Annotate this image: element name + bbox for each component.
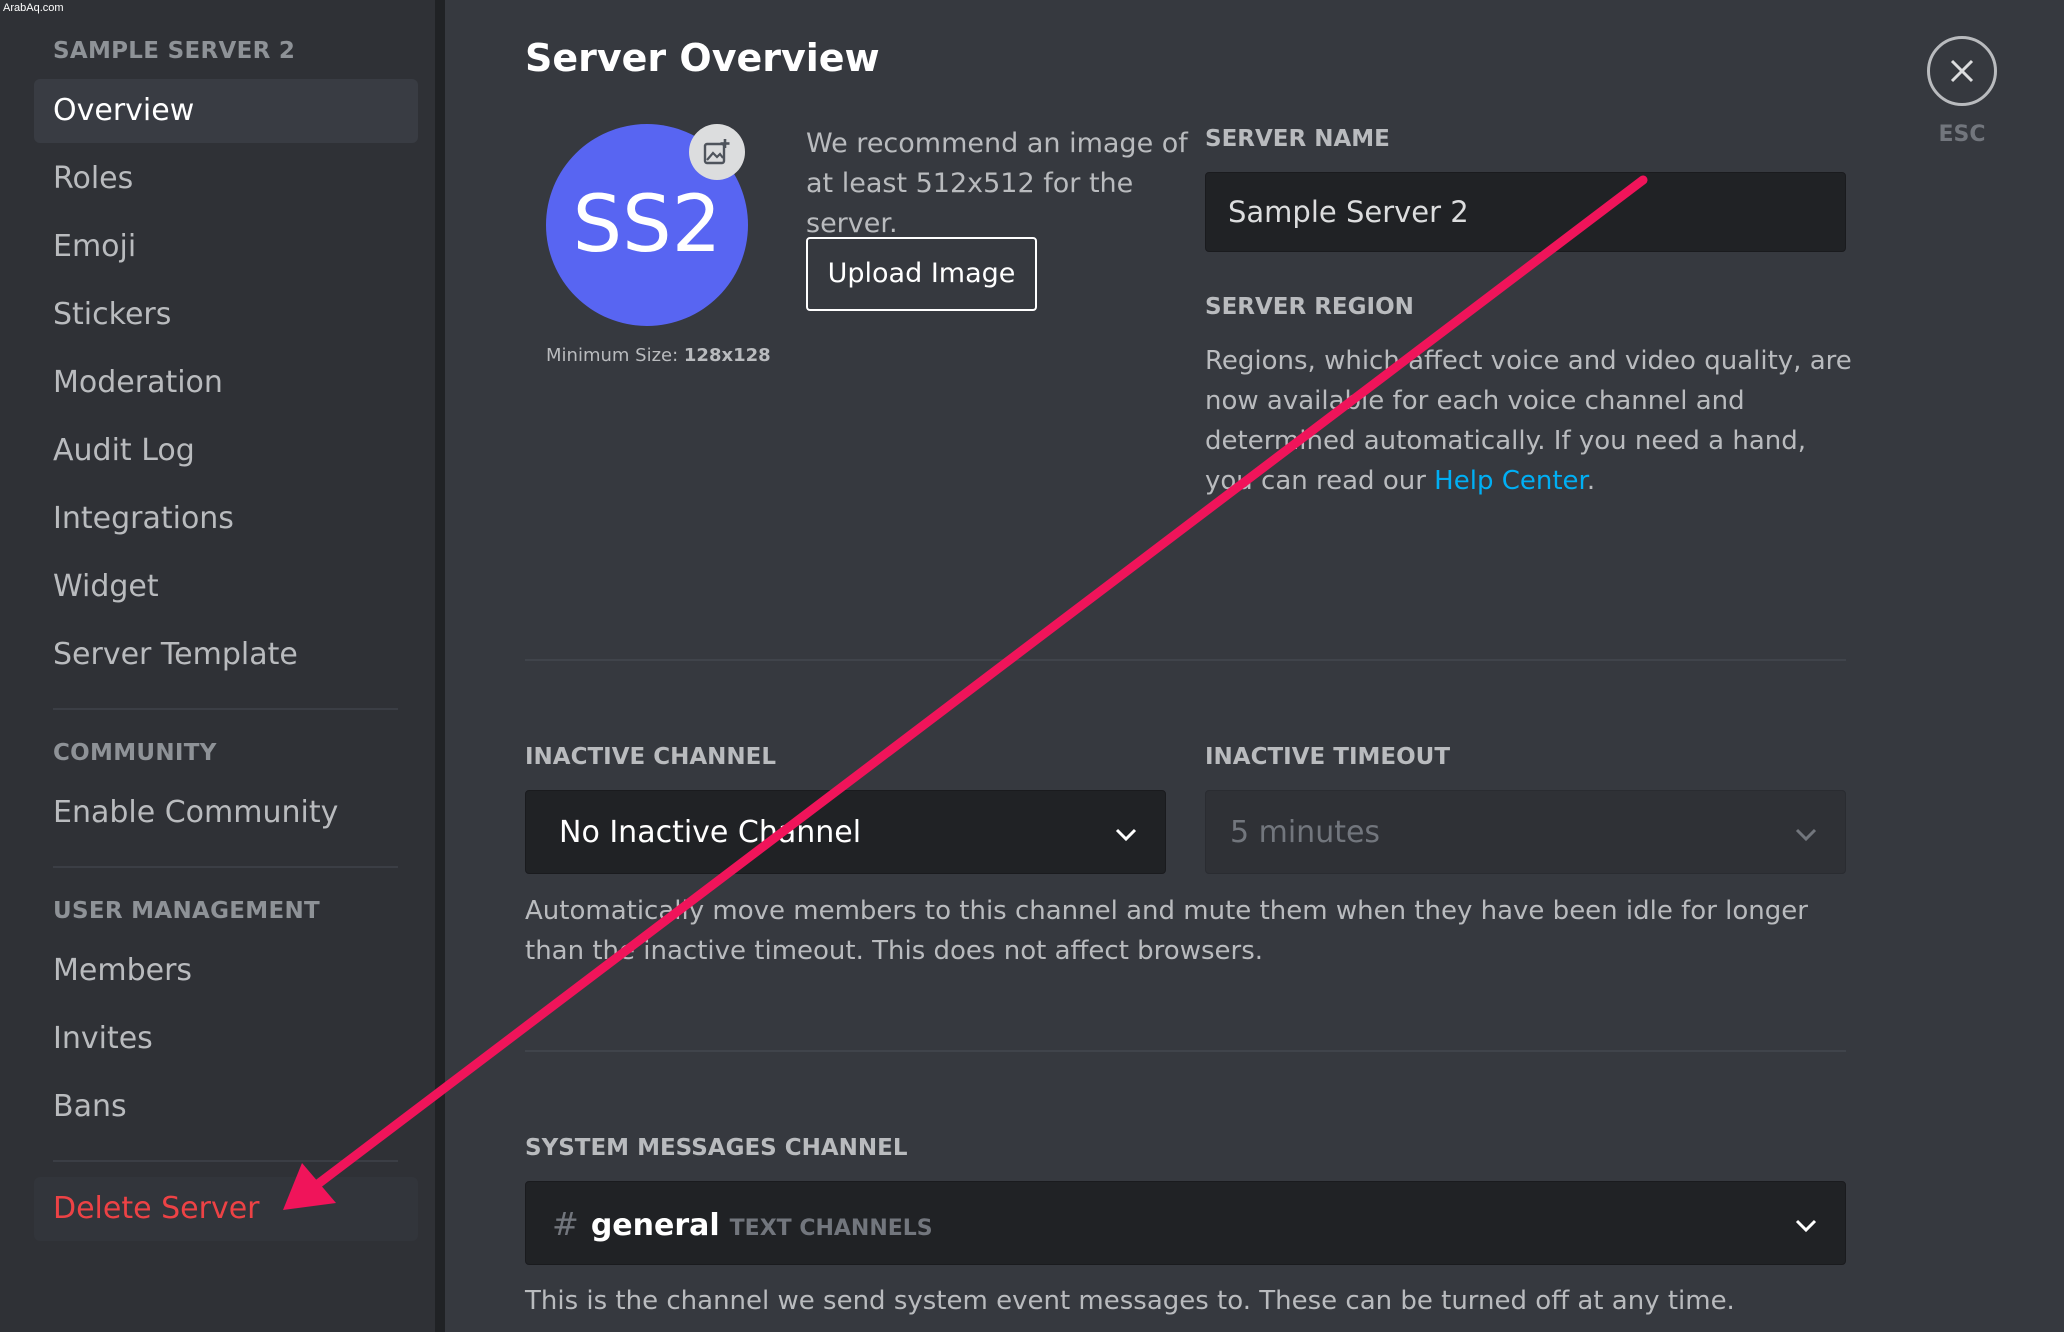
server-region-description: Regions, which affect voice and video qu… — [1205, 341, 1855, 501]
sidebar-item-enable-community[interactable]: Enable Community — [34, 781, 418, 845]
inactive-timeout-value: 5 minutes — [1230, 815, 1381, 850]
sidebar-item-emoji[interactable]: Emoji — [34, 215, 418, 279]
sidebar-item-overview[interactable]: Overview — [34, 79, 418, 143]
chevron-down-icon — [1795, 1219, 1817, 1233]
sidebar-item-roles[interactable]: Roles — [34, 147, 418, 211]
chevron-down-icon — [1795, 828, 1817, 842]
sidebar-item-stickers[interactable]: Stickers — [34, 283, 418, 347]
system-channel-display: # general TEXT CHANNELS — [552, 1182, 933, 1271]
upload-image-icon[interactable] — [689, 124, 745, 180]
settings-window: ArabAq.com SAMPLE SERVER 2 Overview Role… — [0, 0, 2064, 1332]
close-icon — [1950, 59, 1974, 83]
image-recommendation: We recommend an image of at least 512x51… — [806, 128, 1188, 239]
sidebar-item-moderation[interactable]: Moderation — [34, 351, 418, 415]
section-divider — [525, 659, 1846, 661]
sidebar-item-bans[interactable]: Bans — [34, 1075, 418, 1139]
watermark: ArabAq.com — [3, 2, 64, 14]
sidebar-community-header: COMMUNITY — [53, 740, 217, 766]
sidebar-item-widget[interactable]: Widget — [34, 555, 418, 619]
system-messages-channel-select[interactable]: # general TEXT CHANNELS — [525, 1181, 1846, 1265]
sidebar-divider — [53, 708, 398, 710]
inactive-timeout-select[interactable]: 5 minutes — [1205, 790, 1846, 874]
sidebar-item-members[interactable]: Members — [34, 939, 418, 1003]
sidebar-item-delete-server[interactable]: Delete Server — [34, 1177, 418, 1241]
inactive-help-text: Automatically move members to this chann… — [525, 896, 1808, 966]
region-period: . — [1586, 466, 1596, 496]
page-title: Server Overview — [525, 36, 880, 80]
upload-image-button[interactable]: Upload Image — [806, 237, 1037, 311]
sidebar-item-server-template[interactable]: Server Template — [34, 623, 418, 687]
minimum-size-hint: Minimum Size: 128x128 — [546, 345, 771, 366]
inactive-timeout-label: INACTIVE TIMEOUT — [1205, 744, 1451, 770]
sidebar-divider — [53, 866, 398, 868]
sidebar-divider — [53, 1160, 398, 1162]
sidebar-border — [435, 0, 445, 1332]
sidebar-user-management-header: USER MANAGEMENT — [53, 898, 321, 924]
text-channel-icon: # — [552, 1205, 579, 1243]
system-channel-name: general — [590, 1208, 720, 1243]
minimum-size-label: Minimum Size: — [546, 345, 679, 366]
system-channel-category: TEXT CHANNELS — [729, 1216, 933, 1241]
sidebar-item-integrations[interactable]: Integrations — [34, 487, 418, 551]
server-region-label: SERVER REGION — [1205, 294, 1414, 320]
help-center-link[interactable]: Help Center — [1434, 466, 1587, 496]
server-name-label: SERVER NAME — [1205, 126, 1390, 152]
close-settings-button[interactable] — [1927, 36, 1997, 106]
settings-sidebar: SAMPLE SERVER 2 Overview Roles Emoji Sti… — [0, 0, 435, 1332]
sidebar-item-audit-log[interactable]: Audit Log — [34, 419, 418, 483]
system-messages-label: SYSTEM MESSAGES CHANNEL — [525, 1135, 908, 1161]
section-divider — [525, 1050, 1846, 1052]
minimum-size-value: 128x128 — [683, 345, 771, 366]
sidebar-item-invites[interactable]: Invites — [34, 1007, 418, 1071]
esc-label: ESC — [1938, 122, 1986, 147]
settings-content: Server Overview SS2 Minimum Size: 128x12… — [445, 0, 2064, 1332]
server-name-input[interactable] — [1205, 172, 1846, 252]
inactive-channel-value: No Inactive Channel — [559, 815, 862, 850]
system-messages-help-text: This is the channel we send system event… — [525, 1286, 1735, 1316]
chevron-down-icon — [1115, 828, 1137, 842]
sidebar-server-header: SAMPLE SERVER 2 — [53, 38, 296, 64]
inactive-channel-label: INACTIVE CHANNEL — [525, 744, 777, 770]
inactive-channel-select[interactable]: No Inactive Channel — [525, 790, 1166, 874]
